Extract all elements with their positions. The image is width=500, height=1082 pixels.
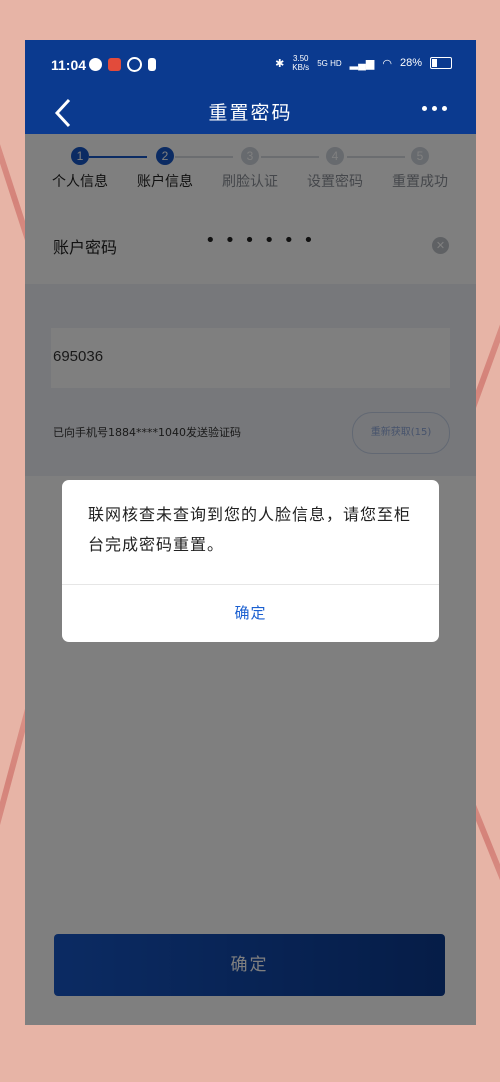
signal-icon: ▂▄▆ xyxy=(349,57,375,70)
usb-icon xyxy=(148,58,156,71)
alert-dialog: 联网核查未查询到您的人脸信息，请您至柜台完成密码重置。 确定 xyxy=(62,480,439,642)
dialog-message: 联网核查未查询到您的人脸信息，请您至柜台完成密码重置。 xyxy=(88,505,412,554)
page-title: 重置密码 xyxy=(208,102,293,124)
battery-percent: 28% xyxy=(399,57,422,69)
network-type: 5G HD xyxy=(317,58,342,68)
battery-icon xyxy=(430,57,452,69)
nav-bar: 重置密码 xyxy=(25,94,476,134)
watch-icon xyxy=(127,57,142,72)
phone-screen: 11:04 ✱ 3.50 KB/s 5G HD ▂▄▆ ◠ 28% 重置密码 联… xyxy=(25,40,476,1025)
message-icon xyxy=(89,58,102,71)
net-speed: 3.50 KB/s xyxy=(292,54,309,72)
app-icon xyxy=(108,58,121,71)
net-speed-value: 3.50 xyxy=(292,54,309,63)
wifi-icon: ◠ xyxy=(382,57,392,70)
status-right: ✱ 3.50 KB/s 5G HD ▂▄▆ ◠ 28% xyxy=(275,54,452,72)
status-bar: 11:04 ✱ 3.50 KB/s 5G HD ▂▄▆ ◠ 28% xyxy=(25,40,476,94)
more-icon[interactable] xyxy=(422,106,448,112)
net-speed-unit: KB/s xyxy=(292,63,310,72)
notification-icons xyxy=(89,57,156,72)
bluetooth-icon: ✱ xyxy=(275,57,285,70)
dialog-ok-button[interactable]: 确定 xyxy=(62,585,439,642)
status-time: 11:04 xyxy=(51,57,87,73)
